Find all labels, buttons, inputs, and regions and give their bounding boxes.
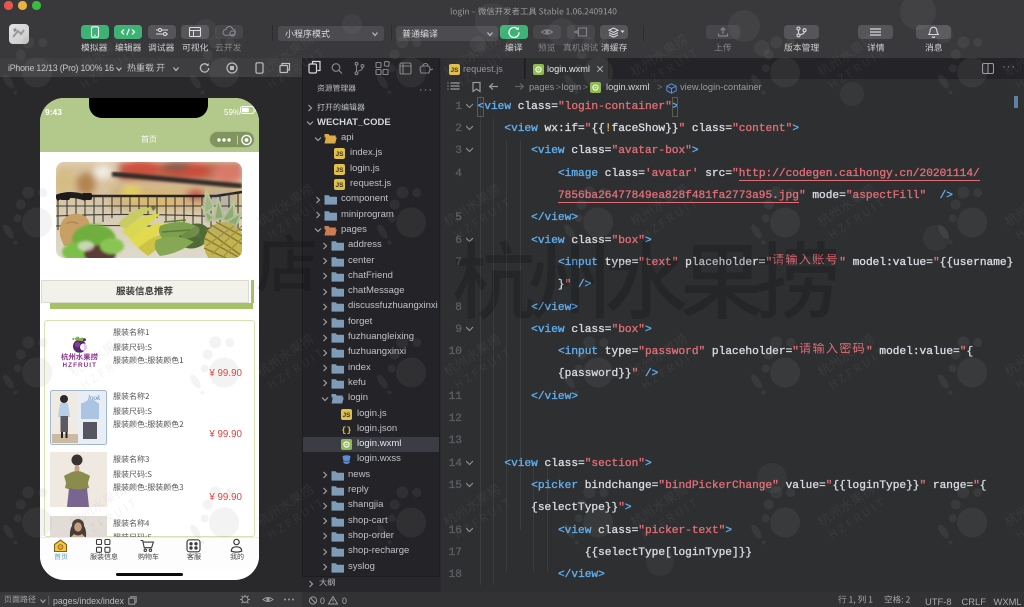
svg-text:{}: {} (341, 425, 351, 435)
svg-text:JS: JS (451, 67, 460, 74)
svg-text:JS: JS (336, 152, 345, 159)
svg-text:JS: JS (343, 412, 352, 419)
svg-text:JS: JS (336, 182, 345, 189)
svg-text:JS: JS (336, 167, 345, 174)
